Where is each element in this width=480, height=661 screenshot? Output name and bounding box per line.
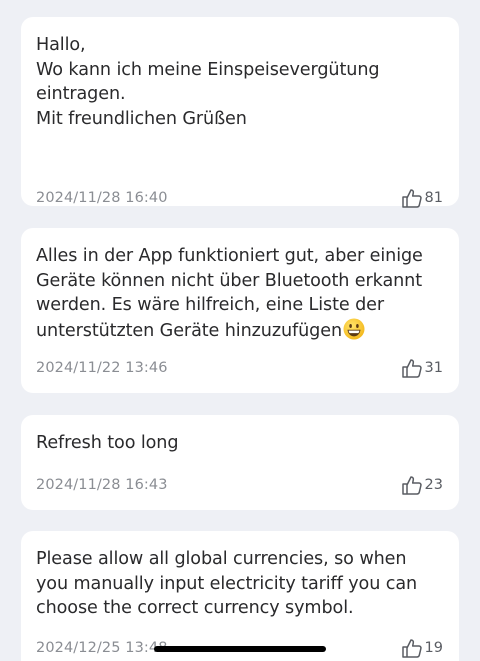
like-count: 23: [424, 477, 443, 493]
like-count: 19: [424, 640, 443, 656]
feedback-date: 2024/11/28 16:40: [36, 190, 168, 206]
like-button[interactable]: 81: [401, 188, 443, 208]
like-button[interactable]: 23: [401, 475, 443, 495]
feedback-footer: 2024/11/28 16:43 23: [36, 475, 443, 495]
feedback-card[interactable]: Please allow all global currencies, so w…: [21, 531, 459, 661]
like-count: 31: [424, 360, 443, 376]
thumbs-up-icon: [401, 475, 423, 495]
home-indicator[interactable]: [154, 646, 326, 652]
like-count: 81: [424, 190, 443, 206]
feedback-date: 2024/11/28 16:43: [36, 477, 168, 493]
feedback-card[interactable]: Hallo, Wo kann ich meine Einspeisevergüt…: [21, 17, 459, 208]
thumbs-up-icon: [401, 638, 423, 658]
thumbs-up-icon: [401, 188, 423, 208]
feedback-message: Refresh too long: [36, 433, 179, 453]
feedback-card[interactable]: Alles in der App funktioniert gut, aber …: [21, 228, 459, 393]
feedback-date: 2024/11/22 13:46: [36, 360, 168, 376]
feedback-message: Please allow all global currencies, so w…: [36, 549, 418, 618]
feedback-footer: 2024/11/28 16:40 81: [36, 188, 443, 208]
grinning-face-emoji-icon: [343, 318, 365, 348]
feedback-message: Alles in der App funktioniert gut, aber …: [36, 244, 441, 347]
feedback-footer: 2024/11/22 13:46 31: [36, 358, 443, 378]
like-button[interactable]: 31: [401, 358, 443, 378]
thumbs-up-icon: [401, 358, 423, 378]
like-button[interactable]: 19: [401, 638, 443, 658]
feedback-message: Hallo, Wo kann ich meine Einspeisevergüt…: [36, 35, 380, 129]
feedback-list[interactable]: Hallo, Wo kann ich meine Einspeisevergüt…: [0, 0, 480, 661]
feedback-card[interactable]: Refresh too long 2024/11/28 16:43 23: [21, 415, 459, 510]
feedback-date: 2024/12/25 13:48: [36, 640, 168, 656]
